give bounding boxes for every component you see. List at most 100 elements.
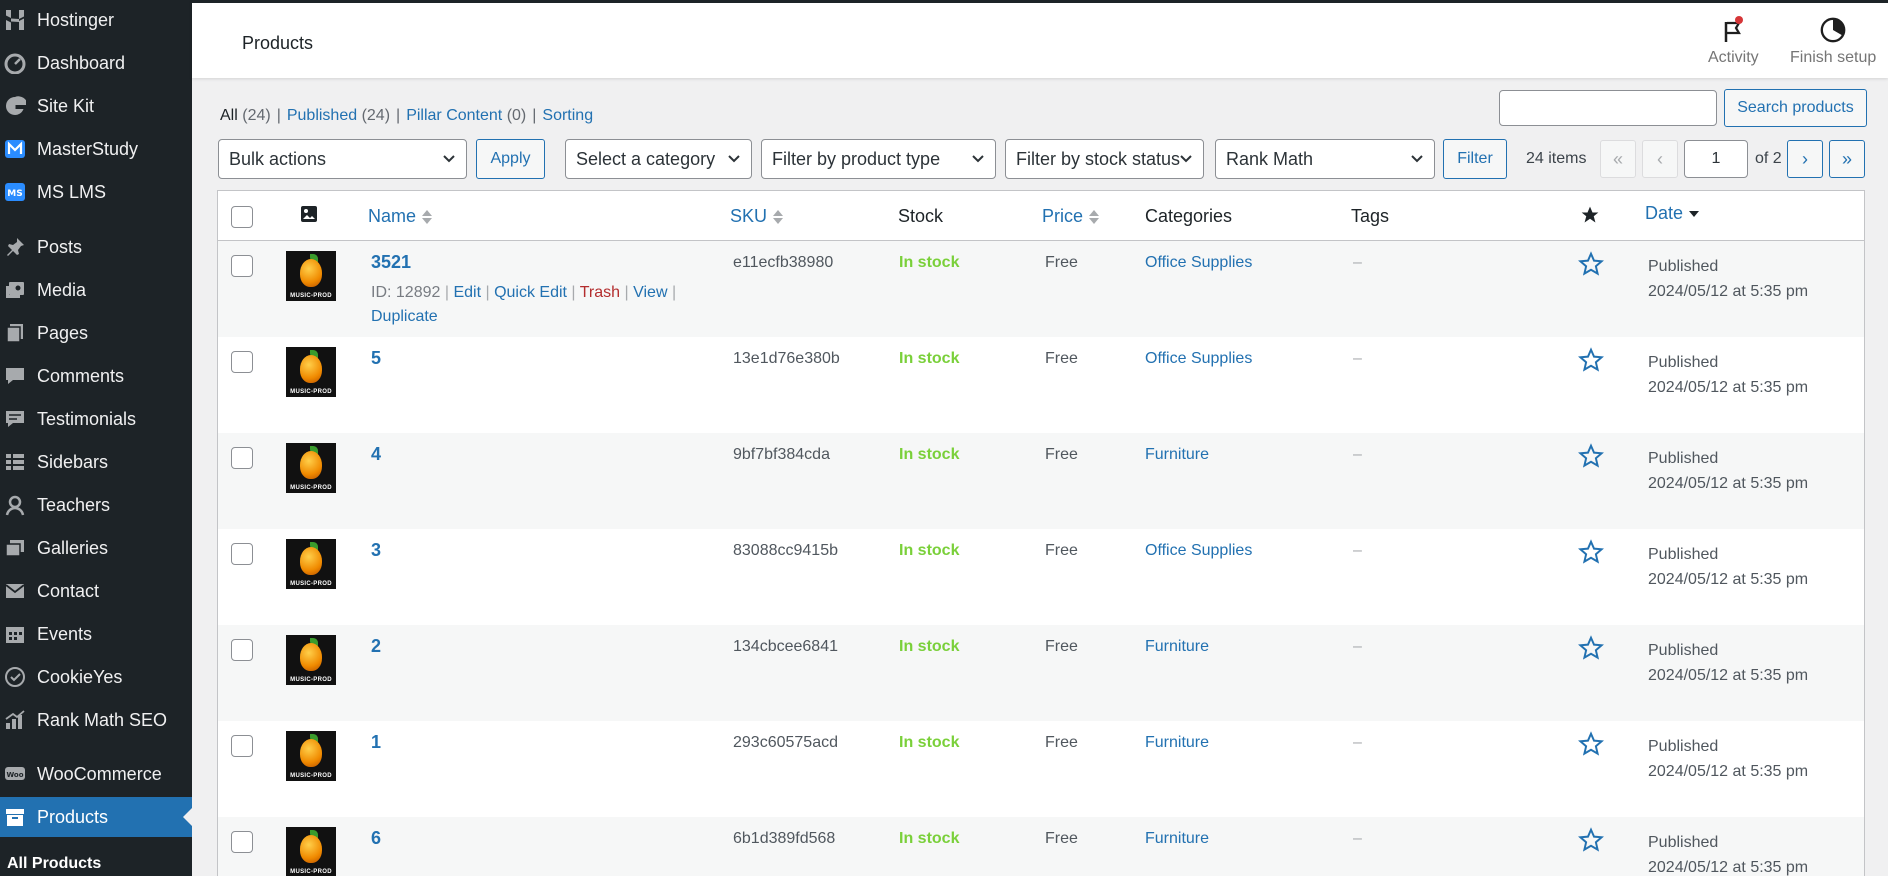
- table-row[interactable]: MUSIC-PROD 3 83088cc9415b In stock Free …: [218, 529, 1864, 625]
- product-name-link[interactable]: 1: [371, 732, 381, 753]
- sidebar-item-media[interactable]: Media: [0, 270, 192, 310]
- sidebar-item-posts[interactable]: Posts: [0, 227, 192, 267]
- sidebar-item-comments[interactable]: Comments: [0, 356, 192, 396]
- table-row[interactable]: MUSIC-PROD 5 13e1d76e380b In stock Free …: [218, 337, 1864, 433]
- search-input[interactable]: [1499, 90, 1717, 126]
- featured-star-icon[interactable]: [1578, 731, 1604, 757]
- sidebar-item-label: WooCommerce: [37, 763, 162, 784]
- row-checkbox[interactable]: [231, 255, 253, 277]
- product-name-link[interactable]: 4: [371, 444, 381, 465]
- edit-link[interactable]: Edit: [453, 284, 481, 301]
- product-name-link[interactable]: 5: [371, 348, 381, 369]
- featured-star-icon[interactable]: [1578, 443, 1604, 469]
- next-page-button[interactable]: ›: [1787, 140, 1823, 178]
- column-name[interactable]: Name: [368, 206, 433, 227]
- category-link[interactable]: Office Supplies: [1145, 542, 1252, 560]
- view-all[interactable]: All (24): [220, 107, 271, 124]
- view-published[interactable]: Published (24): [287, 107, 390, 124]
- rank-math-select[interactable]: Rank Math: [1215, 139, 1435, 179]
- last-page-button[interactable]: »: [1829, 140, 1865, 178]
- sidebar-item-dashboard[interactable]: Dashboard: [0, 43, 192, 83]
- sidebar-item-galleries[interactable]: Galleries: [0, 528, 192, 568]
- row-checkbox[interactable]: [231, 351, 253, 373]
- featured-star-icon[interactable]: [1578, 827, 1604, 853]
- stock-status: In stock: [899, 830, 960, 847]
- testimonials-icon: [2, 407, 28, 431]
- column-sku[interactable]: SKU: [730, 206, 784, 227]
- row-checkbox[interactable]: [231, 543, 253, 565]
- column-price[interactable]: Price: [1042, 206, 1100, 227]
- view-pillar-content[interactable]: Pillar Content (0): [406, 107, 526, 124]
- sidebar-item-site-kit[interactable]: Site Kit: [0, 86, 192, 126]
- sidebar-item-events[interactable]: Events: [0, 614, 192, 654]
- sort-icon: [1089, 209, 1100, 224]
- finish-setup-button[interactable]: Finish setup: [1790, 15, 1876, 67]
- sidebar-item-testimonials[interactable]: Testimonials: [0, 399, 192, 439]
- table-row[interactable]: MUSIC-PROD 4 9bf7bf384cda In stock Free …: [218, 433, 1864, 529]
- category-link[interactable]: Office Supplies: [1145, 350, 1252, 368]
- table-row[interactable]: MUSIC-PROD 3521 ID: 12892 | Edit | Quick…: [218, 241, 1864, 337]
- featured-star-icon[interactable]: [1578, 539, 1604, 565]
- sidebar-item-woocommerce[interactable]: Woo WooCommerce: [0, 754, 192, 794]
- activity-button[interactable]: Activity: [1708, 15, 1759, 67]
- product-thumbnail[interactable]: MUSIC-PROD: [286, 251, 336, 301]
- product-tags: –: [1353, 734, 1362, 751]
- product-price: Free: [1045, 542, 1078, 559]
- category-link[interactable]: Furniture: [1145, 446, 1209, 464]
- sidebar-item-sidebars[interactable]: Sidebars: [0, 442, 192, 482]
- table-row[interactable]: MUSIC-PROD 6 6b1d389fd568 In stock Free …: [218, 817, 1864, 876]
- sidebar-item-ms-lms[interactable]: MS MS LMS: [0, 172, 192, 212]
- category-link[interactable]: Furniture: [1145, 734, 1209, 752]
- sidebar-item-hostinger[interactable]: Hostinger: [0, 0, 192, 40]
- featured-star-icon[interactable]: [1578, 251, 1604, 277]
- sidebar-item-products[interactable]: Products: [0, 797, 192, 837]
- product-thumbnail[interactable]: MUSIC-PROD: [286, 539, 336, 589]
- current-page-input[interactable]: 1: [1684, 140, 1748, 178]
- first-page-button[interactable]: «: [1600, 140, 1636, 178]
- stock-status-select[interactable]: Filter by stock status: [1005, 139, 1204, 179]
- product-name-link[interactable]: 3: [371, 540, 381, 561]
- bulk-actions-select[interactable]: Bulk actions: [218, 139, 467, 179]
- sidebar-item-masterstudy[interactable]: MasterStudy: [0, 129, 192, 169]
- category-link[interactable]: Office Supplies: [1145, 254, 1252, 272]
- product-thumbnail[interactable]: MUSIC-PROD: [286, 827, 336, 876]
- quick-edit-link[interactable]: Quick Edit: [494, 284, 567, 301]
- view-link[interactable]: View: [633, 284, 667, 301]
- prev-page-button[interactable]: ‹: [1642, 140, 1678, 178]
- column-tags: Tags: [1351, 206, 1390, 226]
- submenu-all-products[interactable]: All Products: [7, 855, 101, 873]
- category-link[interactable]: Furniture: [1145, 830, 1209, 848]
- filter-button[interactable]: Filter: [1443, 139, 1507, 179]
- apply-button[interactable]: Apply: [476, 139, 545, 179]
- sidebar-item-teachers[interactable]: Teachers: [0, 485, 192, 525]
- row-checkbox[interactable]: [231, 831, 253, 853]
- product-type-select[interactable]: Filter by product type: [761, 139, 996, 179]
- product-name-link[interactable]: 6: [371, 828, 381, 849]
- product-thumbnail[interactable]: MUSIC-PROD: [286, 635, 336, 685]
- product-name-link[interactable]: 2: [371, 636, 381, 657]
- row-checkbox[interactable]: [231, 735, 253, 757]
- search-products-button[interactable]: Search products: [1724, 89, 1867, 127]
- sidebar-item-cookieyes[interactable]: CookieYes: [0, 657, 192, 697]
- product-thumbnail[interactable]: MUSIC-PROD: [286, 443, 336, 493]
- table-row[interactable]: MUSIC-PROD 2 134cbcee6841 In stock Free …: [218, 625, 1864, 721]
- sidebar-item-pages[interactable]: Pages: [0, 313, 192, 353]
- featured-star-icon[interactable]: [1578, 347, 1604, 373]
- sidebar-item-rank-math[interactable]: Rank Math SEO: [0, 700, 192, 740]
- sidebar-item-contact[interactable]: Contact: [0, 571, 192, 611]
- select-all-checkbox[interactable]: [231, 206, 253, 228]
- featured-star-icon[interactable]: [1578, 635, 1604, 661]
- category-select[interactable]: Select a category: [565, 139, 752, 179]
- featured-column-star-icon[interactable]: [1580, 205, 1600, 225]
- duplicate-link[interactable]: Duplicate: [371, 308, 438, 325]
- category-link[interactable]: Furniture: [1145, 638, 1209, 656]
- column-date[interactable]: Date: [1645, 203, 1700, 224]
- trash-link[interactable]: Trash: [580, 284, 620, 301]
- product-thumbnail[interactable]: MUSIC-PROD: [286, 347, 336, 397]
- product-name-link[interactable]: 3521: [371, 252, 411, 273]
- view-sorting[interactable]: Sorting: [542, 107, 593, 124]
- row-checkbox[interactable]: [231, 447, 253, 469]
- table-row[interactable]: MUSIC-PROD 1 293c60575acd In stock Free …: [218, 721, 1864, 817]
- product-thumbnail[interactable]: MUSIC-PROD: [286, 731, 336, 781]
- row-checkbox[interactable]: [231, 639, 253, 661]
